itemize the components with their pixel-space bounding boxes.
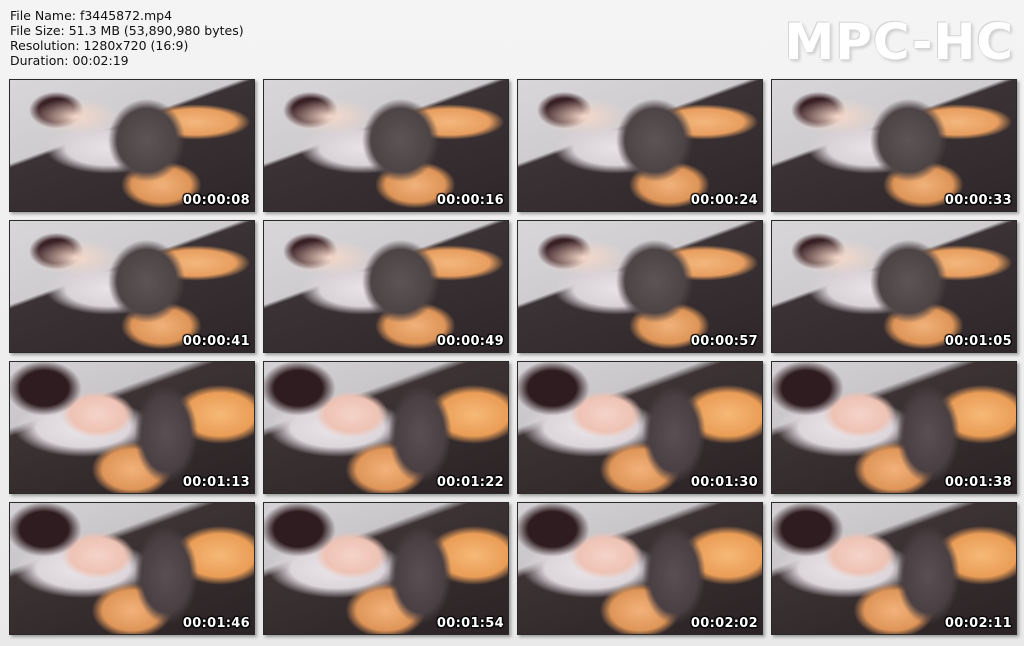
timestamp-label: 00:00:49 <box>436 334 504 349</box>
thumbnail-frame: 00:01:22 <box>263 361 509 494</box>
frame-image <box>772 221 1016 352</box>
frame-image <box>772 362 1016 493</box>
file-size-label: File Size: 51.3 MB (53,890,980 bytes) <box>10 23 244 38</box>
frame-image <box>264 503 508 634</box>
mpc-hc-logo: MPC-HC <box>784 13 1014 71</box>
frame-image <box>264 80 508 211</box>
frame-image <box>518 221 762 352</box>
frame-image <box>518 503 762 634</box>
thumbnail-frame: 00:01:38 <box>771 361 1017 494</box>
frame-image <box>10 221 254 352</box>
timestamp-label: 00:00:33 <box>944 193 1012 208</box>
timestamp-label: 00:01:13 <box>182 475 250 490</box>
thumbnail-frame: 00:01:05 <box>771 220 1017 353</box>
file-name-label: File Name: f3445872.mp4 <box>10 8 173 23</box>
thumbnail-grid: 00:00:08 00:00:16 00:00:24 00:00:33 00:0… <box>9 79 1017 635</box>
timestamp-label: 00:01:05 <box>944 334 1012 349</box>
timestamp-label: 00:01:22 <box>436 475 504 490</box>
frame-image <box>10 80 254 211</box>
timestamp-label: 00:01:30 <box>690 475 758 490</box>
frame-image <box>264 362 508 493</box>
thumbnail-frame: 00:00:49 <box>263 220 509 353</box>
timestamp-label: 00:00:16 <box>436 193 504 208</box>
timestamp-label: 00:00:57 <box>690 334 758 349</box>
timestamp-label: 00:02:11 <box>944 616 1012 631</box>
timestamp-label: 00:01:54 <box>436 616 504 631</box>
thumbnail-frame: 00:00:57 <box>517 220 763 353</box>
timestamp-label: 00:01:38 <box>944 475 1012 490</box>
timestamp-label: 00:00:24 <box>690 193 758 208</box>
thumbnail-frame: 00:01:46 <box>9 502 255 635</box>
timestamp-label: 00:00:41 <box>182 334 250 349</box>
timestamp-label: 00:02:02 <box>690 616 758 631</box>
thumbnail-frame: 00:01:54 <box>263 502 509 635</box>
resolution-label: Resolution: 1280x720 (16:9) <box>10 38 189 53</box>
frame-image <box>772 503 1016 634</box>
thumbnail-frame: 00:00:41 <box>9 220 255 353</box>
thumbnail-frame: 00:00:16 <box>263 79 509 212</box>
timestamp-label: 00:00:08 <box>182 193 250 208</box>
thumbnail-frame: 00:02:11 <box>771 502 1017 635</box>
timestamp-label: 00:01:46 <box>182 616 250 631</box>
frame-image <box>772 80 1016 211</box>
thumbnail-frame: 00:00:24 <box>517 79 763 212</box>
frame-image <box>518 80 762 211</box>
frame-image <box>264 221 508 352</box>
frame-image <box>10 503 254 634</box>
thumbnail-frame: 00:02:02 <box>517 502 763 635</box>
thumbnail-frame: 00:01:30 <box>517 361 763 494</box>
thumbnail-frame: 00:00:08 <box>9 79 255 212</box>
duration-label: Duration: 00:02:19 <box>10 53 129 68</box>
thumbnail-frame: 00:01:13 <box>9 361 255 494</box>
file-info-panel: File Name: f3445872.mp4 File Size: 51.3 … <box>10 8 244 68</box>
thumbnail-frame: 00:00:33 <box>771 79 1017 212</box>
frame-image <box>518 362 762 493</box>
frame-image <box>10 362 254 493</box>
